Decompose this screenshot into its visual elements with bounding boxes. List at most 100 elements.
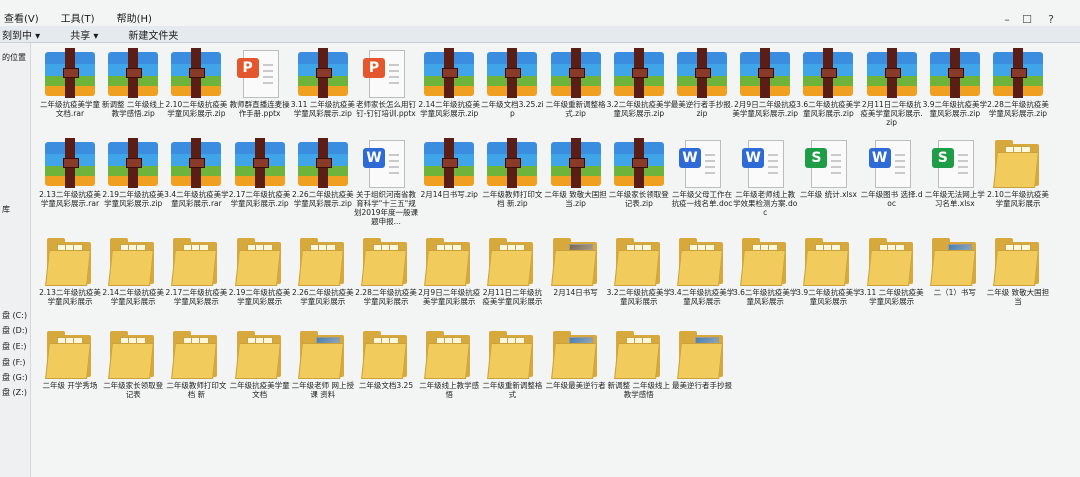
- folder-item[interactable]: 3.4二年级抗疫美学童风彩展示: [669, 236, 735, 306]
- folder-icon: [612, 236, 666, 286]
- file-item[interactable]: 2月9日二年级抗疫美学童风彩展示.zip: [732, 48, 798, 118]
- folder-item[interactable]: 新调整 二年级线上教学感悟: [606, 329, 672, 399]
- file-item[interactable]: W 关于组织河南省教育科学"十三五"规划2019年度一般课题申报...: [353, 138, 419, 226]
- item-label: 最美逆行者手抄报: [669, 381, 735, 390]
- file-item[interactable]: 2月14日书写.zip: [416, 138, 482, 199]
- file-item[interactable]: 二年级重新调整格式.zip: [543, 48, 609, 118]
- sidebar-item[interactable]: 盘 (F:): [2, 357, 25, 368]
- folder-item[interactable]: 3.11 二年级抗疫美学童风彩展示: [859, 236, 925, 306]
- archive-icon: [485, 138, 539, 188]
- item-label: 二年级抗疫美学童文档: [227, 381, 293, 399]
- sidebar-item[interactable]: 库: [2, 204, 10, 215]
- folder-item[interactable]: 2.28二年级抗疫美学童风彩展示: [353, 236, 419, 306]
- folder-item[interactable]: 3.6二年级抗疫美学童风彩展示: [732, 236, 798, 306]
- item-label: 2月9日二年级抗疫美学童风彩展示.zip: [732, 100, 798, 118]
- archive-icon: [612, 48, 666, 98]
- folder-item[interactable]: 二年级 开学秀场: [37, 329, 103, 390]
- file-item[interactable]: S 二年级无法网上学习名单.xlsx: [922, 138, 988, 208]
- folder-item[interactable]: 二（1）书写: [922, 236, 988, 297]
- folder-item[interactable]: 3.9二年级抗疫美学童风彩展示: [795, 236, 861, 306]
- file-item[interactable]: 2.13二年级抗疫美学童风彩展示.rar: [37, 138, 103, 208]
- powerpoint-icon: P: [233, 48, 287, 98]
- folder-item[interactable]: 2月14日书写: [543, 236, 609, 297]
- folder-icon: [296, 329, 350, 379]
- item-label: 2.26二年级抗疫美学童风彩展示.zip: [290, 190, 356, 208]
- folder-item[interactable]: 二年级文档3.25: [353, 329, 419, 390]
- item-label: 2月14日书写.zip: [416, 190, 482, 199]
- folder-item[interactable]: 二年级教师打印文档 新: [163, 329, 229, 399]
- folder-item[interactable]: 2.17二年级抗疫美学童风彩展示: [163, 236, 229, 306]
- minimize-icon[interactable]: –: [1000, 14, 1014, 26]
- file-item[interactable]: P 教师群直播连麦操作手册.pptx: [227, 48, 293, 118]
- menu-item[interactable]: 帮助(H): [117, 10, 152, 25]
- folder-icon: [169, 236, 223, 286]
- folder-icon: [359, 236, 413, 286]
- file-item[interactable]: W 二年级老师线上教学效果检测方案.doc: [732, 138, 798, 217]
- folder-icon: [928, 236, 982, 286]
- file-item[interactable]: P 老师家长怎么用钉钉-钉钉培训.pptx: [353, 48, 419, 118]
- archive-icon: [549, 138, 603, 188]
- archive-icon: [675, 48, 729, 98]
- folder-item[interactable]: 二年级重新调整格式: [479, 329, 545, 399]
- file-item[interactable]: 3.11 二年级抗疫美学童风彩展示.zip: [290, 48, 356, 118]
- file-item[interactable]: 二年级抗疫美学童文档.rar: [37, 48, 103, 118]
- menu-item[interactable]: 工具(T): [61, 10, 95, 25]
- file-item[interactable]: 2.26二年级抗疫美学童风彩展示.zip: [290, 138, 356, 208]
- folder-item[interactable]: 二年级抗疫美学童文档: [227, 329, 293, 399]
- file-item[interactable]: 二年级教师打印文档 新.zip: [479, 138, 545, 208]
- folder-icon: [991, 138, 1045, 188]
- toolbar-button[interactable]: 刻到中 ▾: [2, 27, 40, 42]
- file-item[interactable]: 3.6二年级抗疫美学童风彩展示.zip: [795, 48, 861, 118]
- folder-item[interactable]: 2月11日二年级抗疫美学童风彩展示: [479, 236, 545, 306]
- toolbar-button[interactable]: 新建文件夹: [128, 27, 178, 42]
- file-item[interactable]: 2.14二年级抗疫美学童风彩展示.zip: [416, 48, 482, 118]
- file-item[interactable]: 3.2二年级抗疫美学童风彩展示.zip: [606, 48, 672, 118]
- folder-item[interactable]: 二年级线上教学感悟: [416, 329, 482, 399]
- word-doc-icon: W: [675, 138, 729, 188]
- maximize-icon[interactable]: ☐: [1020, 14, 1034, 26]
- folder-item[interactable]: 2.13二年级抗疫美学童风彩展示: [37, 236, 103, 306]
- folder-item[interactable]: 二年级家长领取登记表: [100, 329, 166, 399]
- menu-item[interactable]: 查看(V): [4, 10, 39, 25]
- folder-item[interactable]: 二年级最美逆行者: [543, 329, 609, 390]
- item-label: 二年级文档3.25.zip: [479, 100, 545, 118]
- folder-icon: [675, 236, 729, 286]
- file-item[interactable]: 2.19二年级抗疫美学童风彩展示.zip: [100, 138, 166, 208]
- file-item[interactable]: 新调整 二年级线上教学感悟.zip: [100, 48, 166, 118]
- folder-item[interactable]: 2月9日二年级抗疫美学童风彩展示: [416, 236, 482, 306]
- sidebar-item[interactable]: 盘 (E:): [2, 341, 27, 352]
- file-item[interactable]: 3.4二年级抗疫美学童风彩展示.rar: [163, 138, 229, 208]
- archive-icon: [169, 138, 223, 188]
- toolbar-button[interactable]: 共享 ▾: [70, 27, 98, 42]
- help-icon[interactable]: ?: [1044, 14, 1058, 26]
- sidebar-item[interactable]: 盘 (D:): [2, 325, 28, 336]
- file-item[interactable]: W 二年级父母工作在抗疫一线名单.doc: [669, 138, 735, 208]
- file-item[interactable]: 最美逆行者手抄报.zip: [669, 48, 735, 118]
- sidebar-item[interactable]: 的位置: [2, 52, 26, 63]
- folder-item[interactable]: 3.2二年级抗疫美学童风彩展示: [606, 236, 672, 306]
- folder-item[interactable]: 2.26二年级抗疫美学童风彩展示: [290, 236, 356, 306]
- file-item[interactable]: 二年级文档3.25.zip: [479, 48, 545, 118]
- file-item[interactable]: S 二年级 统计.xlsx: [795, 138, 861, 199]
- archive-icon: [865, 48, 919, 98]
- sidebar-item[interactable]: 盘 (Z:): [2, 387, 27, 398]
- folder-item[interactable]: 2.14二年级抗疫美学童风彩展示: [100, 236, 166, 306]
- toolbar: 刻到中 ▾ 共享 ▾ 新建文件夹: [0, 26, 1080, 43]
- file-item[interactable]: 二年级 致敬大国担当.zip: [543, 138, 609, 208]
- folder-item[interactable]: 二年级老师 网上授课 资料: [290, 329, 356, 399]
- sidebar-item[interactable]: 盘 (G:): [2, 372, 28, 383]
- folder-item[interactable]: 最美逆行者手抄报: [669, 329, 735, 390]
- folder-item[interactable]: 2.10二年级抗疫美学童风彩展示: [985, 138, 1051, 208]
- sidebar-item[interactable]: 盘 (C:): [2, 310, 27, 321]
- file-item[interactable]: 二年级家长领取登记表.zip: [606, 138, 672, 208]
- file-item[interactable]: 2.28二年级抗疫美学童风彩展示.zip: [985, 48, 1051, 118]
- folder-item[interactable]: 2.19二年级抗疫美学童风彩展示: [227, 236, 293, 306]
- file-item[interactable]: W 二年级图书 选择.doc: [859, 138, 925, 208]
- file-item[interactable]: 2.10二年级抗疫美学童风彩展示.zip: [163, 48, 229, 118]
- archive-icon: [43, 138, 97, 188]
- archive-icon: [612, 138, 666, 188]
- file-item[interactable]: 2月11日二年级抗疫美学童风彩展示.zip: [859, 48, 925, 127]
- folder-item[interactable]: 二年级 致敬大国担当: [985, 236, 1051, 306]
- file-item[interactable]: 3.9二年级抗疫美学童风彩展示.zip: [922, 48, 988, 118]
- file-item[interactable]: 2.17二年级抗疫美学童风彩展示.zip: [227, 138, 293, 208]
